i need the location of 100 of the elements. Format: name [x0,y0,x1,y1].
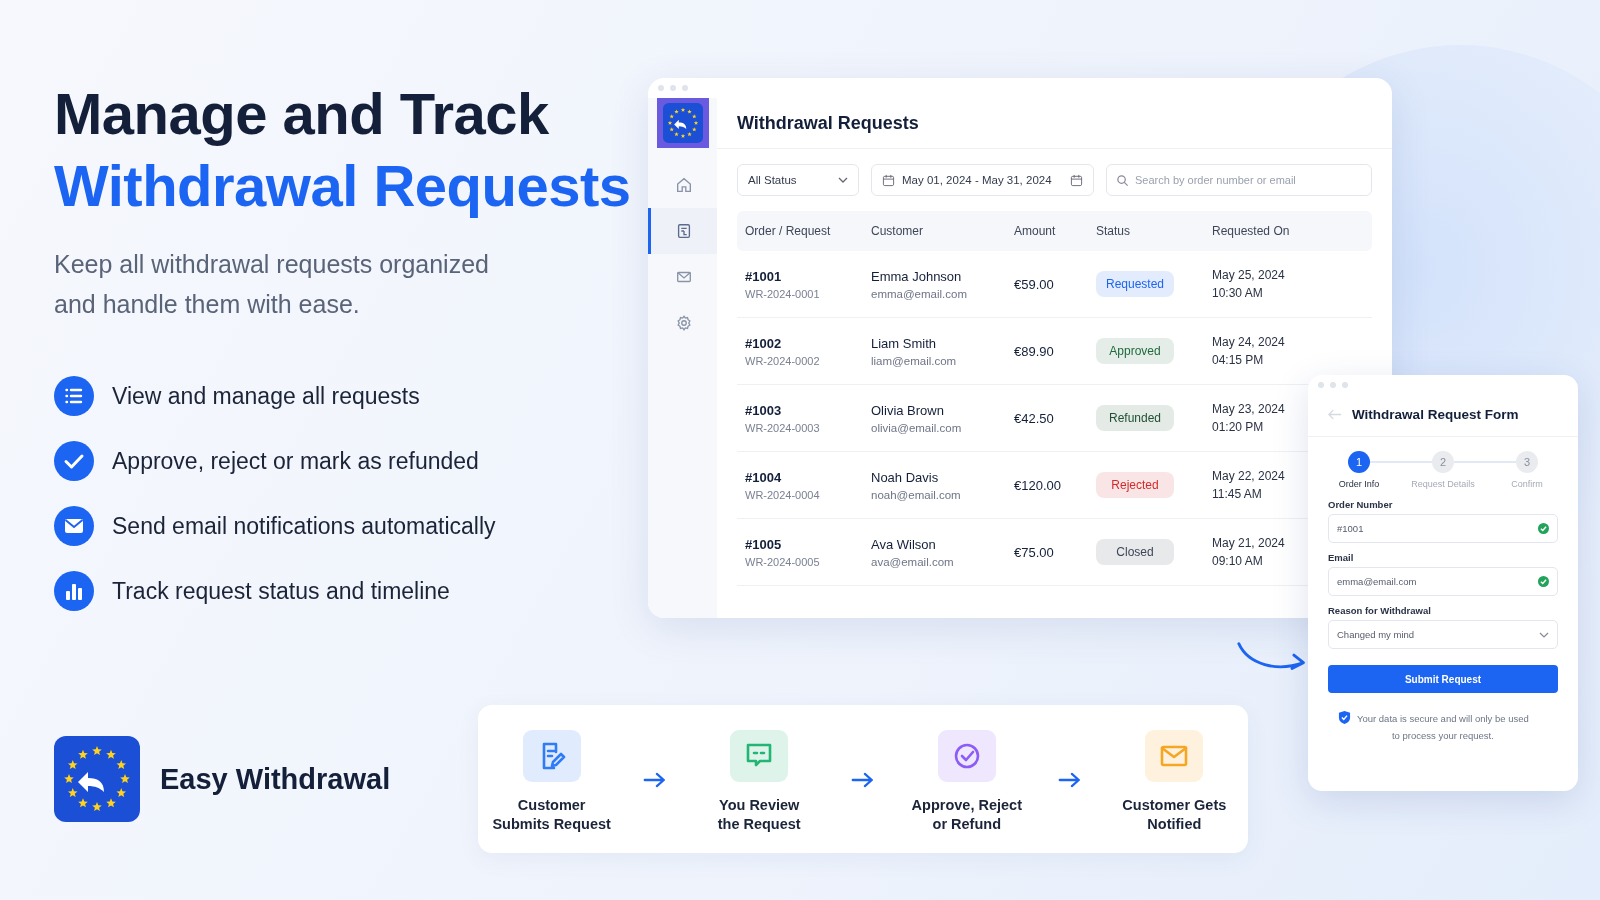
mail-icon [1145,730,1204,782]
step-number: 1 [1348,451,1370,473]
order-number: #1005 [745,536,782,552]
customer-name: Emma Johnson [871,268,962,284]
customer-name: Ava Wilson [871,536,936,552]
status-badge: Refunded [1096,405,1174,431]
request-date: May 22, 2024 [1212,469,1285,483]
status-dropdown[interactable]: All Status [737,164,859,196]
arrow-icon [1058,770,1083,790]
logo-icon [662,103,703,143]
headline: Manage and Track [54,80,550,148]
customer-email: noah@email.com [871,488,961,501]
feature-text: Send email notifications automatically [112,512,496,540]
check-icon [54,441,94,481]
amount: €75.00 [1014,545,1054,560]
status-badge: Rejected [1096,472,1174,498]
date-range-picker[interactable]: May 01, 2024 - May 31, 2024 [871,164,1094,196]
feature-text: Track request status and timeline [112,577,450,605]
customer-email: ava@email.com [871,555,954,568]
step-number: 2 [1432,451,1454,473]
step-label: Request Details [1411,479,1475,489]
step-number: 3 [1516,451,1538,473]
order-number: #1001 [745,268,782,284]
reason-dropdown[interactable]: Changed my mind [1328,620,1558,649]
step-label: Confirm [1511,479,1543,489]
brand-name: Easy Withdrawal [160,762,391,796]
window-dot [1330,382,1336,388]
request-id: WR-2024-0003 [745,421,820,434]
window-dot [1318,382,1324,388]
headline-highlight: Withdrawal Requests [54,152,632,220]
feature-text: View and manage all requests [112,382,420,410]
column-header: Requested On [1211,224,1291,238]
calendar-icon [1070,173,1083,187]
window-dot [658,85,664,91]
order-number: #1003 [745,402,782,418]
amount: €42.50 [1014,411,1054,426]
status-badge: Closed [1096,539,1174,565]
request-date: May 23, 2024 [1212,402,1285,416]
field-label: Reason for Withdrawal [1328,605,1432,616]
window-dot [682,85,688,91]
step-label: You Review the Request [717,796,801,834]
step-label: Customer Submits Request [492,796,611,834]
list-icon [54,376,94,416]
step-label: Order Info [1338,479,1380,489]
column-header: Order / Request [744,224,832,238]
request-date: May 24, 2024 [1212,335,1285,349]
customer-name: Olivia Brown [871,402,944,418]
document-icon [675,222,693,240]
order-number: #1002 [745,335,782,351]
request-id: WR-2024-0005 [745,555,820,568]
request-id: WR-2024-0001 [745,287,820,300]
status-badge: Approved [1096,338,1174,364]
search-field[interactable]: Search by order number or email [1106,164,1372,196]
shield-icon [1338,710,1351,725]
request-time: 11:45 AM [1212,487,1262,501]
window-dot [1342,382,1348,388]
field-label: Email [1328,552,1355,563]
input-field[interactable]: #1001 [1328,514,1558,543]
customer-name: Noah Davis [871,469,939,485]
chevron-down-icon [838,177,848,183]
amount: €89.90 [1014,344,1054,359]
customer-email: olivia@email.com [871,421,962,434]
status-badge: Requested [1096,271,1174,297]
mail-icon [54,506,94,546]
arrow-icon [643,770,668,790]
order-number: #1004 [745,469,782,485]
column-header: Status [1095,224,1132,238]
amount: €120.00 [1014,478,1061,493]
request-time: 04:15 PM [1212,353,1264,367]
page-title: Withdrawal Requests [737,112,919,134]
request-id: WR-2024-0002 [745,354,820,367]
subtitle: Keep all withdrawal requests organized and handle them with ease. [54,249,490,320]
request-date: May 25, 2024 [1212,268,1285,282]
request-time: 01:20 PM [1212,420,1264,434]
step-label: Customer Gets Notified [1122,796,1227,834]
customer-name: Liam Smith [871,335,937,351]
amount: €59.00 [1014,277,1054,292]
home-icon [675,176,693,194]
column-header: Amount [1013,224,1057,238]
logo-icon [54,736,140,822]
window-dot [670,85,676,91]
input-field[interactable]: emma@email.com [1328,567,1558,596]
document-nav-item[interactable] [648,208,717,254]
column-header: Customer [870,224,924,238]
form-title: Withdrawal Request Form [1352,407,1519,422]
request-time: 09:10 AM [1212,554,1263,568]
bar-chart-icon [54,571,94,611]
customer-email: emma@email.com [871,287,968,300]
arrow-icon [850,770,876,790]
chat-icon [730,730,789,782]
settings-icon [675,314,693,332]
request-date: May 21, 2024 [1212,536,1285,550]
document-edit-icon [522,730,581,782]
security-note: Your data is secure and will only be used to process your request. [1357,712,1529,743]
calendar-icon [882,173,895,187]
step-label: Approve, Reject or Refund [911,796,1022,834]
back-icon[interactable] [1328,409,1342,420]
submit-button[interactable]: Submit Request [1328,665,1558,693]
customer-email: liam@email.com [871,354,957,367]
request-id: WR-2024-0004 [745,488,820,501]
